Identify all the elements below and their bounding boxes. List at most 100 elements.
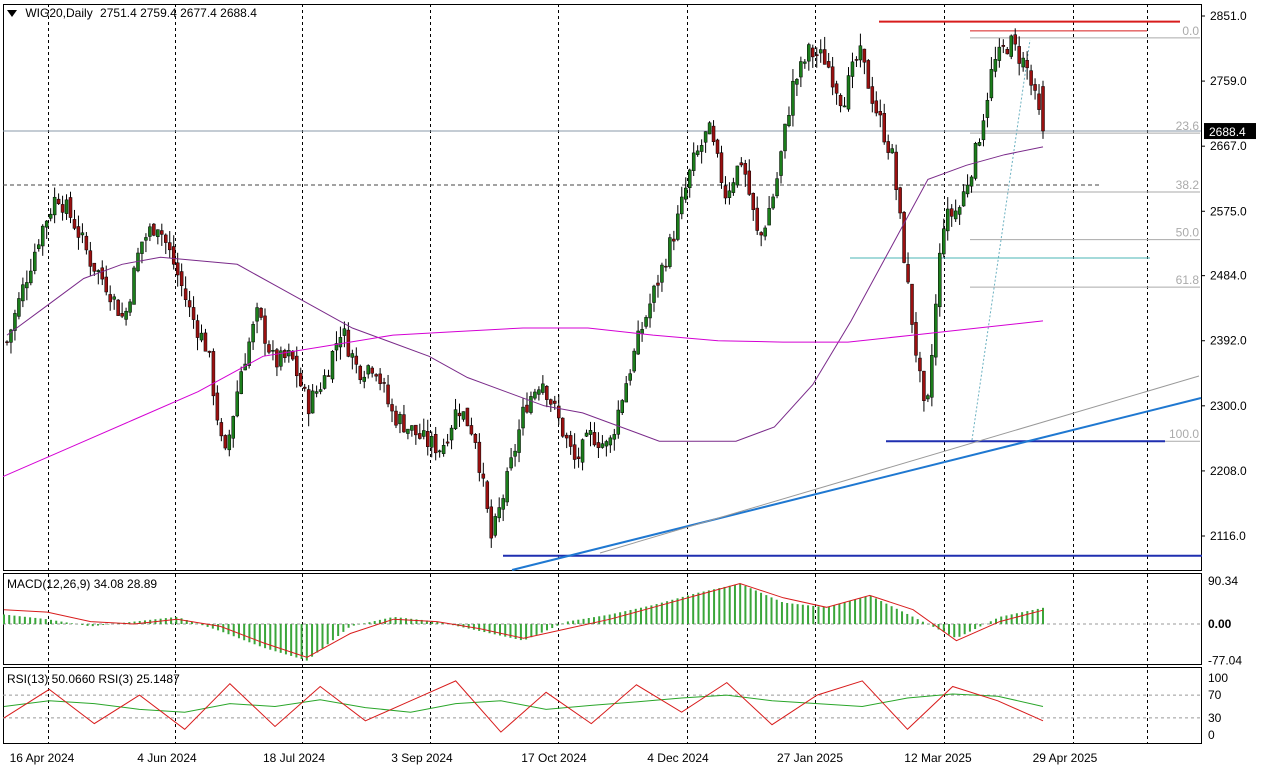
candle-body: [223, 435, 228, 449]
candle-body: [545, 385, 549, 400]
fib-label-0: 0.0: [1182, 24, 1199, 38]
candle-body: [799, 61, 803, 78]
candle-body: [167, 242, 172, 251]
candle-body: [140, 241, 144, 254]
candle-body: [938, 252, 942, 308]
candle-body: [533, 391, 537, 399]
candle-body: [846, 75, 851, 110]
candle-body: [850, 61, 855, 77]
candle-body: [76, 226, 81, 238]
candle-body: [227, 434, 232, 451]
candle-body: [926, 395, 930, 400]
candle-body: [652, 285, 656, 303]
candle-body: [148, 226, 152, 237]
candle-body: [707, 122, 712, 135]
x-label-2: 18 Jul 2024: [263, 751, 325, 765]
candle-body: [318, 389, 323, 392]
candle-body: [894, 151, 898, 191]
candle-body: [449, 427, 454, 441]
candle-body: [731, 182, 736, 193]
candle-body: [711, 125, 716, 143]
candle-body: [330, 351, 335, 380]
candle-body: [945, 208, 950, 232]
candle-body: [414, 424, 418, 436]
candle-body: [981, 120, 986, 141]
candle-body: [302, 386, 307, 389]
candle-body: [521, 406, 525, 429]
candle-body: [604, 441, 609, 447]
candle-body: [179, 271, 184, 287]
candle-body: [580, 439, 585, 463]
candle-body: [739, 162, 744, 166]
candle-body: [882, 113, 886, 143]
candle-body: [453, 409, 458, 430]
candle-body: [402, 414, 406, 433]
candle-body: [175, 262, 180, 276]
candle-body: [727, 190, 732, 198]
candle-body: [52, 196, 57, 216]
candle-body: [866, 60, 871, 89]
candle-body: [60, 204, 65, 213]
candle-body: [433, 434, 438, 454]
chart-root: 16 Apr 2024 4 Jun 2024 18 Jul 2024 3 Sep 20…: [0, 0, 1267, 771]
candle-body: [763, 227, 767, 237]
candle-body: [29, 270, 33, 284]
candle-body: [668, 237, 672, 267]
candle-body: [556, 405, 561, 419]
candle-body: [171, 246, 176, 265]
candle-body: [437, 450, 442, 453]
candle-body: [874, 100, 879, 114]
macd-scale-2: -77.04: [1208, 654, 1242, 668]
candle-body: [830, 66, 835, 88]
candle-body: [509, 457, 513, 469]
candle-body: [263, 315, 267, 344]
candle-body: [275, 349, 279, 368]
candle-body: [747, 170, 752, 195]
candle-body: [858, 45, 863, 61]
candle-body: [949, 208, 954, 217]
candle-body: [80, 232, 85, 236]
candle-body: [267, 344, 271, 353]
candle-body: [791, 80, 795, 116]
candle-body: [37, 244, 41, 249]
candle-body: [422, 430, 426, 437]
candle-body: [410, 425, 414, 431]
candle-body: [525, 404, 529, 413]
candle-body: [1029, 70, 1033, 86]
x-label-3: 3 Sep 2024: [391, 751, 453, 765]
candle-body: [116, 299, 120, 316]
candle-body: [191, 307, 196, 320]
candle-body: [680, 196, 684, 215]
chart-canvas: 16 Apr 2024 4 Jun 2024 18 Jul 2024 3 Sep 20…: [2, 4, 1256, 765]
candle-body: [124, 310, 128, 320]
candle-body: [870, 86, 875, 104]
candle-body: [664, 265, 668, 268]
candle-body: [40, 225, 45, 247]
candle-body: [457, 412, 462, 417]
price-label-3: 2575.0: [1210, 204, 1247, 218]
candle-body: [426, 431, 430, 447]
candle-body: [624, 383, 628, 403]
candle-body: [382, 382, 386, 384]
symbol-header[interactable]: WIG20,Daily 2751.4 2759.4 2677.4 2688.4: [7, 6, 257, 20]
candle-body: [346, 329, 351, 357]
candle-body: [1025, 60, 1029, 69]
candle-body: [751, 192, 755, 210]
candle-body: [1017, 46, 1021, 64]
ohlc-values: 2751.4 2759.4 2677.4 2688.4: [100, 6, 257, 20]
candle-body: [219, 422, 224, 437]
candle-body: [374, 374, 378, 377]
candle-body: [287, 350, 291, 357]
candle-body: [985, 99, 990, 118]
candle-body: [112, 296, 116, 300]
candle-body: [517, 429, 521, 453]
rsi-scale-3: 0: [1208, 728, 1215, 742]
triangle-down-icon[interactable]: [7, 10, 17, 18]
macd-scale-0: 90.34: [1208, 574, 1238, 588]
candle-body: [572, 444, 577, 460]
candle-body: [429, 436, 434, 448]
panel-frame-3: [3, 667, 1202, 744]
fib-label-4: 61.8: [1176, 273, 1200, 287]
candle-body: [703, 131, 708, 143]
fib-label-3: 50.0: [1176, 226, 1200, 240]
